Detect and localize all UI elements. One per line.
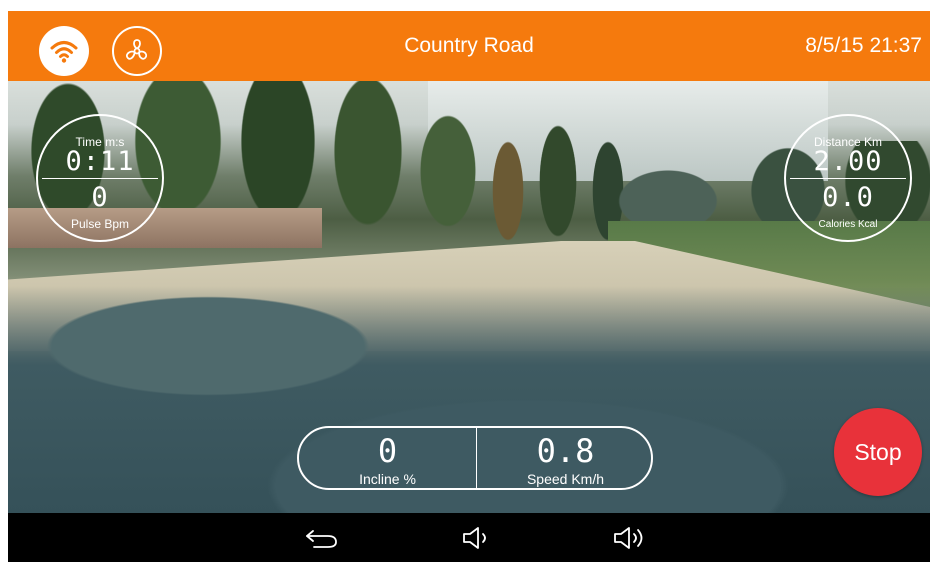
fan-icon [126, 39, 148, 60]
incline-label: Incline % [359, 471, 416, 487]
speed-display: 0.8 Speed Km/h [477, 428, 654, 488]
distance-value: 2.00 [813, 146, 883, 177]
gauge-divider [42, 178, 158, 179]
speed-label: Speed Km/h [526, 471, 605, 487]
back-icon [306, 530, 337, 548]
top-bar: Country Road 8/5/15 21:37 [8, 11, 930, 81]
pulse-label: Pulse Bpm [70, 217, 130, 231]
incline-display: 0 Incline % [299, 428, 476, 488]
android-nav-bar [8, 513, 930, 562]
incline-speed-panel: 0 Incline % 0.8 Speed Km/h [297, 426, 653, 490]
incline-value: 0 [377, 432, 398, 470]
pulse-value: 0 [91, 182, 109, 213]
volume-down-icon [463, 527, 486, 549]
volume-up-icon [614, 527, 643, 549]
speed-value: 0.8 [536, 432, 595, 470]
stop-button[interactable]: Stop [834, 408, 922, 496]
time-pulse-gauge: Time m:s 0:11 0 Pulse Bpm [36, 114, 164, 242]
wifi-icon [50, 41, 78, 63]
gauge-divider [790, 178, 906, 179]
wifi-button[interactable] [39, 26, 89, 76]
fan-button[interactable] [112, 26, 162, 76]
volume-up-button[interactable] [610, 521, 650, 555]
time-value: 0:11 [65, 146, 135, 177]
calories-label: Calories Kcal [818, 219, 878, 230]
volume-down-button[interactable] [457, 521, 497, 555]
distance-calories-gauge: Distance Km 2.00 0.0 Calories Kcal [784, 114, 912, 242]
back-button[interactable] [302, 521, 342, 555]
app-frame: Country Road 8/5/15 21:37 Time m:s 0:11 … [8, 11, 930, 562]
datetime: 8/5/15 21:37 [805, 34, 922, 57]
calories-value: 0.0 [822, 182, 874, 213]
